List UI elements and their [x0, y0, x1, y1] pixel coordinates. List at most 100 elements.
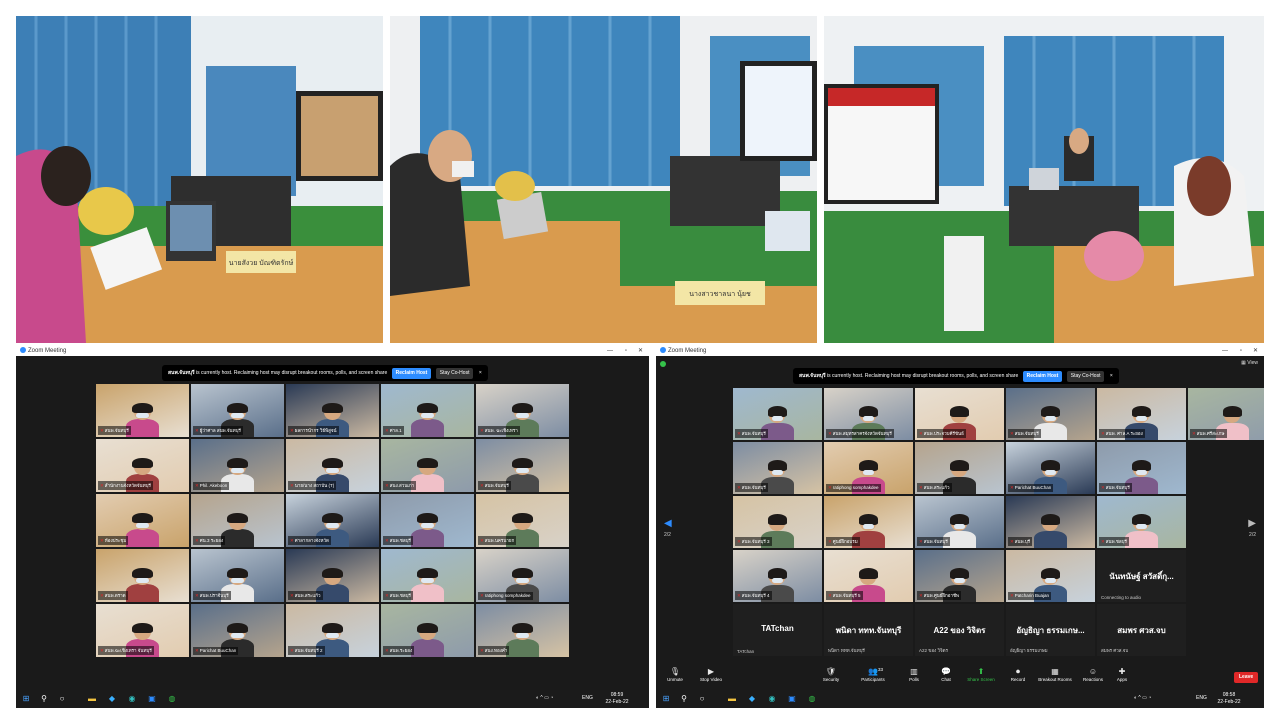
windows-start-icon[interactable]: ⊞	[20, 693, 32, 705]
zoom-taskbar-icon[interactable]: ▣	[146, 693, 158, 705]
participant-video-tile[interactable]: ✕สนพ.ประจวบคีรีขันธ์	[915, 388, 1004, 440]
participant-video-tile[interactable]: ✕Patcharin Buajan	[1006, 550, 1095, 602]
participant-video-tile[interactable]: ✕ratiphong somphakdee	[476, 549, 569, 602]
participant-video-tile[interactable]: ✕นาย/นาง สถาบัน (T)	[286, 439, 379, 492]
view-button[interactable]: ▦ View	[1241, 360, 1258, 366]
windows-start-icon[interactable]: ⊞	[660, 693, 672, 705]
participant-video-tile[interactable]: ✕สนพ.จันทบุรี 4	[733, 550, 822, 602]
participant-video-tile[interactable]: ✕สนพ.จันทบุรี	[1006, 388, 1095, 440]
maximize-button[interactable]: ▫	[1240, 346, 1242, 356]
participant-name-tile[interactable]: TATchan TATchan	[733, 604, 822, 656]
participant-name-tile[interactable]: สมพร ศวส.จบ สมพร ศวส.จบ	[1097, 604, 1186, 656]
taskbar-clock[interactable]: 08:58 22-Feb-22	[1214, 692, 1244, 706]
participant-video-tile[interactable]: ✕สนพ.ระยอง	[381, 604, 474, 657]
close-window-button[interactable]: ✕	[1253, 346, 1258, 356]
minimize-button[interactable]: —	[1222, 346, 1228, 356]
participant-video-tile[interactable]: ✕สนพ.ศรีสะเกษ	[1188, 388, 1264, 440]
close-notification-button[interactable]: ×	[1110, 373, 1113, 379]
participant-video-tile[interactable]: ✕สนพ.ศูนย์ฝึกอาชีพ	[915, 550, 1004, 602]
language-indicator[interactable]: ENG	[1196, 695, 1207, 701]
participant-video-tile[interactable]: ✕สนง.สวนเก่า	[381, 439, 474, 492]
participant-video-tile[interactable]: ✕สนพ. ศาล.A ระยอง	[1097, 388, 1186, 440]
participant-video-tile[interactable]: ✕สนพ.จันทบุรี	[733, 388, 822, 440]
participant-video-tile[interactable]: ✕สนพ. ฉะเชิงเทรา	[476, 384, 569, 437]
store-icon[interactable]: ◆	[746, 693, 758, 705]
toolbar-breakout-rooms-button[interactable]: ▦ Breakout Rooms	[1038, 667, 1072, 682]
participant-video-tile[interactable]: ✕สำนักงานจังหวัดจันทบุรี	[96, 439, 189, 492]
participant-name-tile[interactable]: นันทนัษฐ์ สวัสดิ์กุ... Connecting to audi…	[1097, 550, 1186, 602]
reclaim-host-button[interactable]: Reclaim Host	[1022, 371, 1063, 382]
zoom-taskbar-icon[interactable]: ▣	[786, 693, 798, 705]
participant-video-tile[interactable]: ✕สนพ.สระแก้ว	[286, 549, 379, 602]
record-icon: ⏺	[1016, 667, 1020, 676]
close-window-button[interactable]: ✕	[638, 346, 643, 356]
search-icon[interactable]: ⚲	[678, 693, 690, 705]
participant-video-tile[interactable]: ✕สนพ.จันทบุรี	[733, 442, 822, 494]
minimize-button[interactable]: —	[607, 346, 613, 356]
toolbar-record-button[interactable]: ⏺ Record	[1001, 667, 1035, 682]
toolbar-security-button[interactable]: 🛡 Security	[814, 667, 848, 682]
toolbar-chat-button[interactable]: 💬 Chat	[929, 667, 963, 682]
participant-video-tile[interactable]: ✕สนพ.ฉะเชิงเทรา จันทบุรี	[96, 604, 189, 657]
toolbar-participants-button[interactable]: 👥 Participants 33	[856, 667, 890, 682]
participant-video-tile[interactable]: ✕สนพ.จันทบุรี 5	[824, 550, 913, 602]
participant-display-name: A22 ของ วิจิตร	[933, 625, 986, 635]
participant-video-tile[interactable]: ✕ผลการนำกร วิธีพิสูจน์	[286, 384, 379, 437]
participant-video-tile[interactable]: ✕ratiphong somphakdee	[824, 442, 913, 494]
prev-page-arrow-icon[interactable]: ◀	[664, 518, 672, 529]
leave-button[interactable]: Leave	[1234, 672, 1259, 683]
participant-video-tile[interactable]: ✕สนพ.จันทบุรี 3	[733, 496, 822, 548]
toolbar-stop-video-button[interactable]: ▶ Stop Video	[694, 667, 728, 682]
participant-video-tile[interactable]: ✕สนพ.ชลบุรี	[1097, 496, 1186, 548]
toolbar-polls-button[interactable]: ▥ Polls	[897, 667, 931, 682]
participant-video-tile[interactable]: ✕สนพ.ปราจีนบุรี	[191, 549, 284, 602]
edge-icon[interactable]: ◉	[766, 693, 778, 705]
participant-video-tile[interactable]: ✕สนพ.สระแก้ว	[915, 442, 1004, 494]
store-icon[interactable]: ◆	[106, 693, 118, 705]
participant-video-tile[interactable]: ✕ศาลากลางจังหวัด	[286, 494, 379, 547]
shield-icon[interactable]	[660, 361, 666, 367]
line-icon[interactable]: ◍	[806, 693, 818, 705]
file-explorer-icon[interactable]: ▬	[86, 693, 98, 705]
participant-video-tile[interactable]: ✕สนง.ทองคำ	[476, 604, 569, 657]
participant-video-tile[interactable]: ✕ผู้ว่าศาล สนพ.จันทบุรี	[191, 384, 284, 437]
toolbar-unmute-button[interactable]: 🎙 Unmute	[658, 667, 692, 682]
participant-video-tile[interactable]: ✕สนพ.ชลบุรี	[381, 494, 474, 547]
participant-video-tile[interactable]: ✕สนพ.จันทบุรี	[915, 496, 1004, 548]
participant-video-tile[interactable]: ✕ศน.3 ระยอง	[191, 494, 284, 547]
next-page-arrow-icon[interactable]: ▶	[1248, 518, 1256, 529]
participant-video-tile[interactable]: ✕ห้องประชุม	[96, 494, 189, 547]
task-view-icon[interactable]: ○	[56, 693, 68, 705]
line-icon[interactable]: ◍	[166, 693, 178, 705]
participant-name-tile[interactable]: อัญธิญา ธรรมเกษ... อัญธิญา ธรรมเกษม	[1006, 604, 1095, 656]
participant-name-tile[interactable]: พนิดา ททท.จันทบุรี พนิดา ททท.จันทบุรี	[824, 604, 913, 656]
participant-video-tile[interactable]: ✕สนพ.จันทบุรี 2	[286, 604, 379, 657]
participant-video-tile[interactable]: ✕Parichat BuuChan	[191, 604, 284, 657]
participant-name-tile[interactable]: A22 ของ วิจิตร A22 ของ วิจิตร	[915, 604, 1004, 656]
search-icon[interactable]: ⚲	[38, 693, 50, 705]
reclaim-host-button[interactable]: Reclaim Host	[391, 368, 432, 379]
participant-video-tile[interactable]: ✕ศาล.1	[381, 384, 474, 437]
participant-video-tile[interactable]: ✕สนพ.ตราด	[96, 549, 189, 602]
participant-video-tile[interactable]: ✕Parichat BuuChan	[1006, 442, 1095, 494]
stay-cohost-button[interactable]: Stay Co-Host	[1066, 371, 1105, 382]
participant-video-tile[interactable]: ✕สนพ.จันทบุรี	[476, 439, 569, 492]
participant-video-tile[interactable]: ✕สนพ.สมุทรสาครจังหวัดจันทบุรี	[824, 388, 913, 440]
toolbar-share-screen-button[interactable]: ⬆ Share Screen	[964, 667, 998, 682]
participant-video-tile[interactable]: ✕สนพ.จันทบุรี	[96, 384, 189, 437]
stay-cohost-button[interactable]: Stay Co-Host	[435, 368, 474, 379]
language-indicator[interactable]: ENG	[582, 695, 593, 701]
participant-video-tile[interactable]: ✕สนพ.จันทบุรี	[1097, 442, 1186, 494]
close-notification-button[interactable]: ×	[479, 370, 482, 376]
taskbar-clock[interactable]: 08:59 22-Feb-22	[602, 692, 632, 706]
participant-video-tile[interactable]: ✕Phil. Akeboon	[191, 439, 284, 492]
participant-video-tile[interactable]: ✕ศูนย์ฝึกอบรม	[824, 496, 913, 548]
participant-video-tile[interactable]: ✕สนพ.ชลบุรี	[381, 549, 474, 602]
task-view-icon[interactable]: ○	[696, 693, 708, 705]
edge-icon[interactable]: ◉	[126, 693, 138, 705]
maximize-button[interactable]: ▫	[625, 346, 627, 356]
file-explorer-icon[interactable]: ▬	[726, 693, 738, 705]
participant-video-tile[interactable]: ✕สนพ.นครนายก	[476, 494, 569, 547]
participant-video-tile[interactable]: ✕สนพ.บุรี	[1006, 496, 1095, 548]
toolbar-apps-button[interactable]: ✚ Apps	[1105, 667, 1139, 682]
